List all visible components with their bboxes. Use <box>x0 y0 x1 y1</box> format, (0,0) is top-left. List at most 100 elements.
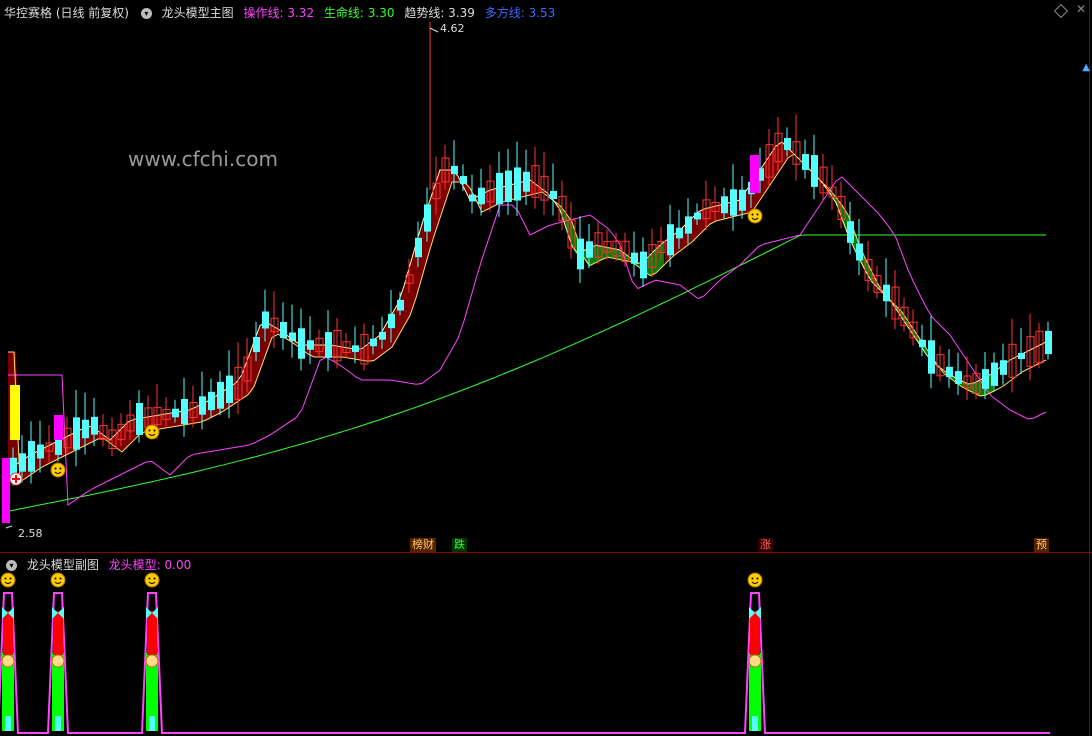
candle-down <box>469 194 476 202</box>
smiley-eye <box>59 577 62 580</box>
candle-down <box>640 251 647 279</box>
sub-chart-pane[interactable]: ▾ 龙头模型副图 龙头模型: 0.00 <box>0 553 1092 736</box>
candle-down <box>37 444 44 459</box>
money-bag-icon <box>51 654 65 668</box>
smiley-eye <box>153 429 156 432</box>
smiley-eye <box>751 577 754 580</box>
main-chart-pane[interactable]: 华控赛格 (日线 前复权) ▾ 龙头模型主图 操作线: 3.32 生命线: 3.… <box>0 0 1092 552</box>
candle-down <box>298 328 305 359</box>
smiley-icon <box>747 208 763 224</box>
sub-cyan-bar <box>55 716 61 731</box>
line-legend-1: 生命线: 3.30 <box>323 6 395 20</box>
sub-cyan-bar <box>752 716 758 731</box>
candle-down <box>883 284 890 302</box>
tag-zhang[interactable]: 涨 <box>758 538 773 552</box>
candle-down <box>217 381 224 409</box>
candle-down <box>352 345 359 352</box>
candle-down <box>181 398 188 425</box>
circle-dropdown-icon[interactable]: ▾ <box>140 8 152 19</box>
sub-cyan-bar <box>5 716 11 731</box>
candle-down <box>82 419 89 439</box>
candle-down <box>955 371 962 384</box>
candle-down <box>694 212 701 220</box>
circle-dropdown-icon[interactable]: ▾ <box>6 560 17 571</box>
candle-down <box>928 340 935 374</box>
sub-indicator-name[interactable]: 龙头模型副图 <box>27 558 99 572</box>
candle-down <box>388 313 395 329</box>
candle-down <box>586 241 593 258</box>
candle-down <box>919 339 926 348</box>
candle-down <box>19 453 26 472</box>
smiley-eye <box>148 429 151 432</box>
highlight-candle-magenta <box>750 155 759 193</box>
candle-down <box>631 252 638 264</box>
candle-down <box>856 243 863 261</box>
line-legend-3: 多方线: 3.53 <box>484 6 556 20</box>
candle-down <box>199 396 206 415</box>
candle-down <box>739 189 746 211</box>
line-legend-0: 操作线: 3.32 <box>243 6 315 20</box>
indicator-name[interactable]: 龙头模型主图 <box>162 6 234 20</box>
line-legend-2: 趋势线: 3.39 <box>404 6 475 20</box>
candle-down <box>667 224 674 256</box>
candle-down <box>1045 330 1052 355</box>
sub-cyan-bar <box>149 716 155 731</box>
candle-down <box>289 332 296 342</box>
candle-down <box>208 391 215 411</box>
candle-down <box>478 187 485 205</box>
stock-title: 华控赛格 (日线 前复权) <box>4 6 129 20</box>
smiley-eye <box>153 577 156 580</box>
sub-chart-svg[interactable] <box>0 553 1092 736</box>
candle-down <box>802 154 809 170</box>
candle-down <box>784 138 791 150</box>
candle-down <box>721 196 728 214</box>
candle-down <box>451 165 458 175</box>
candle-down <box>496 172 503 205</box>
candle-down <box>370 338 377 347</box>
sub-red-bar <box>147 611 157 655</box>
tag-yu[interactable]: 预 <box>1034 538 1049 552</box>
tag-bangcai[interactable]: 榜财 <box>410 538 436 552</box>
candle-down <box>946 366 953 378</box>
main-chart-svg[interactable] <box>0 0 1092 552</box>
close-icon[interactable]: ✕ <box>1076 2 1086 16</box>
candle-down <box>325 332 332 358</box>
smiley-icon <box>50 572 66 588</box>
money-bag-icon <box>748 654 762 668</box>
money-bag-icon <box>145 654 159 668</box>
candle-down <box>136 403 143 435</box>
candle-down <box>1018 352 1025 360</box>
candle-down <box>577 238 584 270</box>
candle-down <box>280 321 287 339</box>
highlight-candle-magenta <box>54 415 63 440</box>
smiley-icon <box>747 572 763 588</box>
low-price-label: 2.58 <box>18 527 43 540</box>
sub-red-bar <box>750 611 760 655</box>
main-header: 华控赛格 (日线 前复权) ▾ 龙头模型主图 操作线: 3.32 生命线: 3.… <box>4 4 561 21</box>
smiley-eye <box>9 577 12 580</box>
candle-down <box>730 189 737 216</box>
sub-red-bar <box>53 611 63 655</box>
candle-down <box>379 331 386 340</box>
smiley-icon <box>50 462 66 478</box>
candle-down <box>685 216 692 234</box>
highlight-candle-magenta <box>2 458 10 523</box>
smiley-eye <box>59 467 62 470</box>
smiley-eye <box>756 213 759 216</box>
candle-down <box>253 337 260 353</box>
candle-down <box>505 170 512 202</box>
candle-down <box>550 190 557 200</box>
candle-down <box>424 204 431 232</box>
candle-down <box>307 340 314 350</box>
smiley-eye <box>54 577 57 580</box>
magenta-ma-line <box>8 176 1047 506</box>
tag-die[interactable]: 跌 <box>452 538 467 552</box>
side-arrow-icon[interactable]: ▲ <box>1082 62 1090 73</box>
smiley-icon <box>144 424 160 440</box>
candle-down <box>226 375 233 404</box>
slow-trend-line <box>8 153 1047 483</box>
candle-down <box>1000 360 1007 375</box>
smiley-eye <box>54 467 57 470</box>
candle-down <box>28 441 35 472</box>
candle-down <box>91 416 98 435</box>
